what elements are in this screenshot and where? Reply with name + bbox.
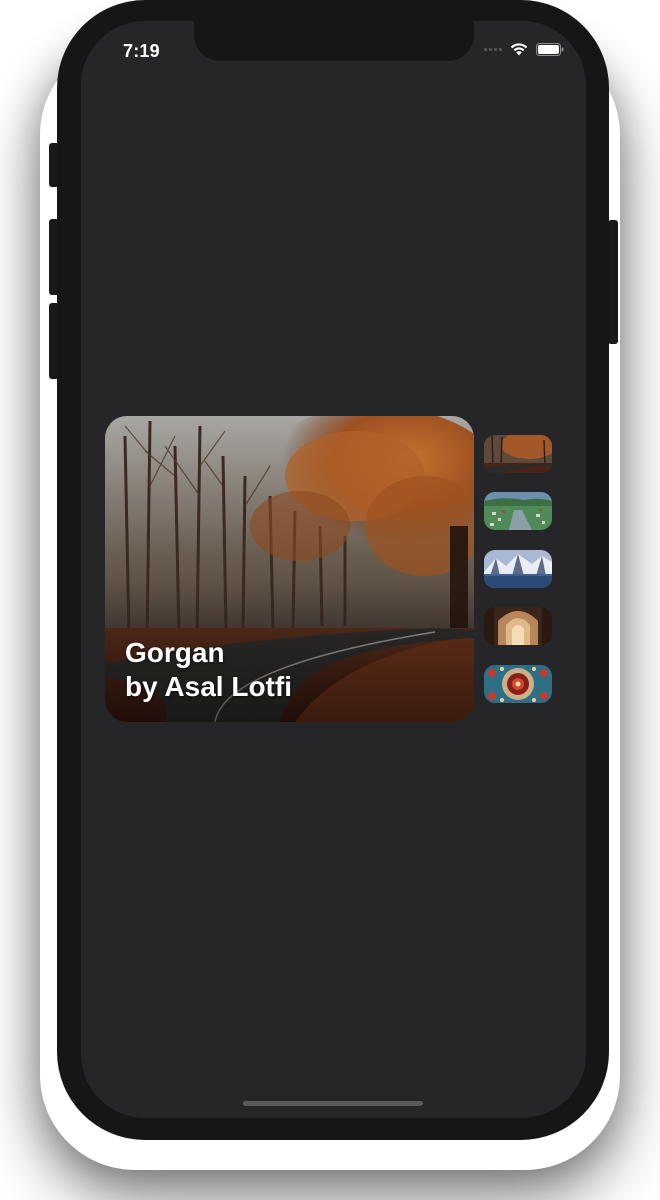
notch <box>194 21 474 61</box>
autumn-forest-road-photo <box>484 435 552 473</box>
featured-photo-card[interactable]: Gorgan by Asal Lotfi <box>105 416 474 722</box>
home-indicator[interactable] <box>243 1101 423 1106</box>
snowy-mountain-lake-photo <box>484 550 552 588</box>
wifi-icon <box>510 43 528 56</box>
status-icons <box>484 43 564 56</box>
photo-author: by Asal Lotfi <box>125 671 292 702</box>
green-valley-village-photo <box>484 492 552 530</box>
thumbnail-ornate-tiles[interactable] <box>484 665 552 703</box>
cellular-signal-icon <box>484 48 502 51</box>
photo-title: Gorgan <box>125 637 225 668</box>
side-button <box>608 220 618 344</box>
app-screen: 7:19 Gorgan by Asal Lotfi <box>81 21 586 1118</box>
battery-icon <box>536 43 564 56</box>
arched-corridor-photo <box>484 607 552 645</box>
status-time: 7:19 <box>123 41 160 61</box>
featured-caption: Gorgan by Asal Lotfi <box>125 636 292 704</box>
thumbnail-arched-corridor[interactable] <box>484 607 552 645</box>
ornate-tile-dome-photo <box>484 665 552 703</box>
thumbnail-autumn-forest[interactable] <box>484 435 552 473</box>
thumbnail-snowy-mountains[interactable] <box>484 550 552 588</box>
thumbnail-green-valley[interactable] <box>484 492 552 530</box>
